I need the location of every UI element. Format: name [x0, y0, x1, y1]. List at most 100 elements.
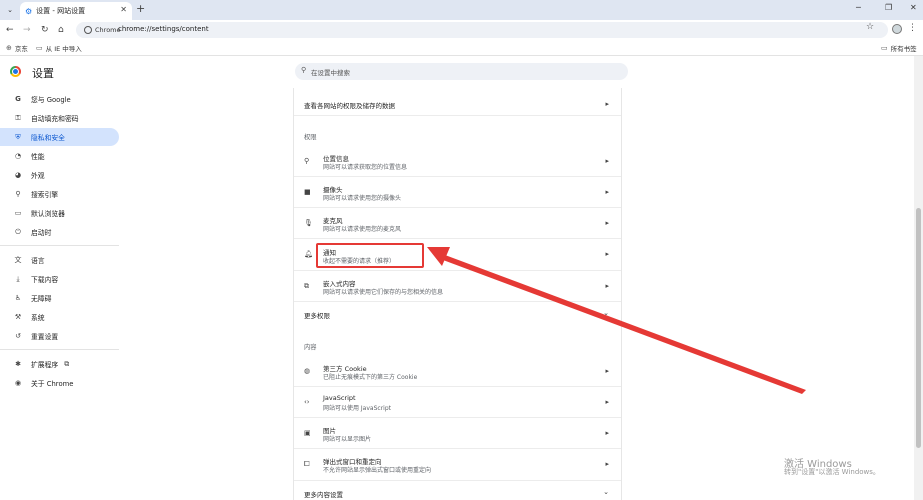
- content-sub: 网站可以显示图片: [323, 436, 372, 443]
- scrollbar-thumb[interactable]: [916, 208, 921, 448]
- palette-icon: ◕: [14, 171, 22, 179]
- more-permissions-row[interactable]: 更多权限 ⌄: [294, 302, 621, 326]
- power-icon: ⏻: [15, 227, 21, 236]
- shield-icon: ⛨: [15, 132, 21, 141]
- download-icon: ⤓: [16, 274, 20, 283]
- bookmark-label: 从 IE 中导入: [45, 45, 82, 53]
- speedometer-icon: ◔: [14, 152, 22, 160]
- key-icon: ⚿: [15, 113, 21, 122]
- sidebar-divider: [0, 349, 119, 350]
- wrench-icon: ⚒: [14, 313, 22, 321]
- sidebar-item-system[interactable]: ⚒ 系统: [0, 308, 119, 326]
- sidebar-item-search-engine[interactable]: ⚲ 搜索引擎: [0, 185, 119, 203]
- more-permissions-label: 更多权限: [304, 312, 330, 320]
- permission-row-embedded[interactable]: ⧉ 嵌入式内容 网站可以请求使用它们保存的与您相关的信息 ▸: [294, 271, 621, 302]
- bookmark-star-icon[interactable]: ☆: [866, 22, 874, 32]
- puzzle-icon: ✱: [15, 360, 21, 368]
- maximize-icon[interactable]: ❐: [885, 3, 892, 12]
- cookie-icon: ◍: [304, 367, 311, 375]
- chrome-icon: [84, 26, 92, 34]
- sidebar-item-label: 自动填充和密码: [31, 115, 79, 123]
- chevron-right-icon: ▸: [605, 188, 609, 196]
- menu-kebab-icon[interactable]: ⋮: [908, 23, 917, 33]
- address-bar[interactable]: Chrome chrome://settings/content: [76, 22, 888, 38]
- bookmark-item[interactable]: ⊕ 京东: [6, 43, 28, 53]
- sidebar-item-extensions[interactable]: ✱ 扩展程序 ⧉: [0, 355, 119, 373]
- permission-row-camera[interactable]: ■ 摄像头 网站可以请求使用您的摄像头 ▸: [294, 177, 621, 208]
- chevron-right-icon: ▸: [605, 460, 609, 468]
- google-icon: G: [15, 95, 21, 103]
- sidebar-item-reset[interactable]: ↺ 重置设置: [0, 327, 119, 345]
- chevron-right-icon: ▸: [605, 219, 609, 227]
- content-sub: 已阻止无痕模式下的第三方 Cookie: [323, 374, 418, 381]
- content-row-popups[interactable]: ⧠ 弹出式窗口和重定向 不允许网站显示弹出式窗口或使用重定向 ▸: [294, 449, 621, 481]
- reload-icon[interactable]: ↻: [41, 24, 49, 36]
- bookmark-item[interactable]: ▭ 从 IE 中导入: [36, 43, 82, 53]
- sidebar-item-appearance[interactable]: ◕ 外观: [0, 166, 119, 184]
- sidebar-item-label: 您与 Google: [31, 96, 71, 104]
- folder-icon: ▭: [881, 44, 888, 52]
- sidebar-item-default-browser[interactable]: ▭ 默认浏览器: [0, 204, 119, 222]
- forward-icon[interactable]: →: [23, 24, 31, 36]
- more-content-label: 更多内容设置: [304, 491, 343, 499]
- accessibility-icon: ♿: [14, 294, 22, 302]
- tab-settings[interactable]: ⚙ 设置 - 网站设置 ✕: [20, 2, 132, 20]
- sidebar-item-startup[interactable]: ⏻ 启动时: [0, 223, 119, 241]
- sidebar-item-about[interactable]: ◉ 关于 Chrome: [0, 374, 119, 392]
- chrome-logo-icon: [10, 66, 21, 77]
- permission-sub: 网站可以请求使用您的摄像头: [323, 195, 402, 202]
- sidebar-item-autofill[interactable]: ⚿ 自动填充和密码: [0, 109, 119, 127]
- sidebar-item-downloads[interactable]: ⤓ 下载内容: [0, 270, 119, 288]
- content-row-images[interactable]: ▣ 图片 网站可以显示图片 ▸: [294, 418, 621, 449]
- all-bookmarks-label: 所有书签: [890, 45, 917, 53]
- tab-title: 设置 - 网站设置: [36, 7, 86, 15]
- url-text[interactable]: chrome://settings/content: [118, 25, 209, 33]
- sidebar-item-languages[interactable]: 文 语言: [0, 251, 119, 269]
- content-row-javascript[interactable]: ‹› JavaScript 网站可以使用 JavaScript ▸: [294, 387, 621, 418]
- settings-header: 设置 ⚲ 在设置中搜索: [0, 56, 923, 88]
- reset-icon: ↺: [15, 332, 21, 340]
- permission-row-microphone[interactable]: 🎙︎ 麦克风 网站可以请求使用您的麦克风 ▸: [294, 208, 621, 239]
- sidebar-item-accessibility[interactable]: ♿ 无障碍: [0, 289, 119, 307]
- chevron-right-icon: ▸: [605, 429, 609, 437]
- sidebar-item-google[interactable]: G 您与 Google: [0, 90, 119, 108]
- sidebar-item-label: 系统: [31, 314, 45, 322]
- settings-search-input[interactable]: ⚲ 在设置中搜索: [295, 63, 628, 80]
- content-title: JavaScript: [323, 394, 356, 402]
- sidebar-item-privacy[interactable]: ⛨ 隐私和安全: [0, 128, 119, 146]
- content-row-cookies[interactable]: ◍ 第三方 Cookie 已阻止无痕模式下的第三方 Cookie ▸: [294, 356, 621, 387]
- embed-icon: ⧉: [304, 282, 309, 290]
- view-permissions-row[interactable]: 查看各网站的权限及储存的数据 ▸: [294, 92, 621, 116]
- sidebar-item-performance[interactable]: ◔ 性能: [0, 147, 119, 165]
- sidebar-item-label: 默认浏览器: [31, 210, 65, 218]
- sidebar-divider: [0, 245, 119, 246]
- back-icon[interactable]: ←: [6, 24, 14, 36]
- more-content-row[interactable]: 更多内容设置 ⌄: [294, 481, 621, 500]
- close-window-icon[interactable]: ✕: [910, 3, 917, 12]
- chevron-right-icon: ▸: [605, 250, 609, 258]
- sidebar-item-label: 搜索引擎: [31, 191, 59, 199]
- permission-sub: 网站可以请求使用您的麦克风: [323, 226, 402, 233]
- sidebar-item-label: 外观: [31, 172, 45, 180]
- external-link-icon: ⧉: [64, 359, 70, 368]
- permission-row-location[interactable]: ⚲ 位置信息 网站可以请求获取您的位置信息 ▸: [294, 146, 621, 177]
- permissions-header: 权限: [304, 134, 317, 141]
- camera-icon: ■: [304, 188, 311, 196]
- chrome-icon: ◉: [14, 379, 22, 387]
- view-permissions-label: 查看各网站的权限及储存的数据: [304, 102, 395, 110]
- chevron-down-icon: ⌄: [603, 309, 609, 317]
- search-icon: ⚲: [15, 190, 21, 198]
- bookmark-label: 京东: [14, 45, 28, 53]
- chevron-right-icon: ▸: [605, 367, 609, 375]
- profile-avatar[interactable]: [892, 24, 902, 34]
- sidebar-item-label: 扩展程序: [31, 361, 59, 369]
- all-bookmarks[interactable]: ▭ 所有书签: [881, 43, 917, 53]
- sidebar-item-label: 无障碍: [31, 295, 52, 303]
- search-placeholder: 在设置中搜索: [311, 69, 350, 77]
- close-tab-icon[interactable]: ✕: [120, 5, 127, 14]
- home-icon[interactable]: ⌂: [58, 24, 64, 36]
- tab-search-icon[interactable]: ⌄: [4, 4, 16, 16]
- new-tab-button[interactable]: +: [136, 3, 145, 15]
- content-sub: 网站可以使用 JavaScript: [323, 405, 391, 412]
- minimize-icon[interactable]: ─: [856, 3, 861, 12]
